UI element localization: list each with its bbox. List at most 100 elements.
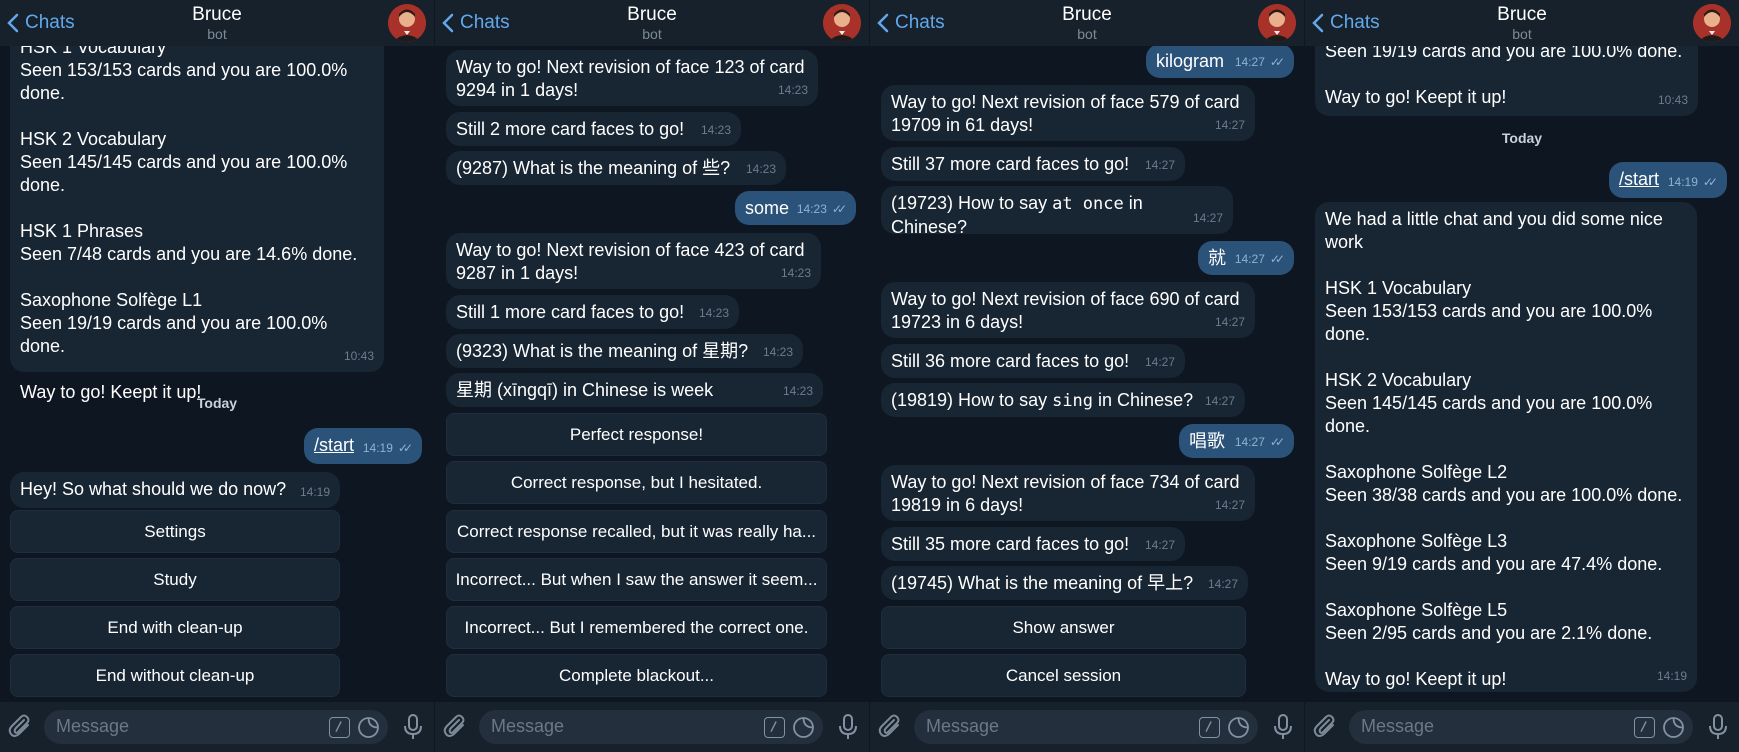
back-button[interactable]: Chats bbox=[6, 12, 75, 34]
message-text: Still 1 more card faces to go! bbox=[456, 302, 685, 322]
message-text: Seen 19/19 cards and you are 100.0% done… bbox=[1325, 46, 1683, 107]
back-button[interactable]: Chats bbox=[876, 12, 945, 34]
message-bubble: Way to go! Next revision of face 734 of … bbox=[881, 465, 1255, 521]
date-separator: Today bbox=[196, 395, 238, 411]
input-bar bbox=[435, 702, 869, 752]
message-bubble: Seen 19/19 cards and you are 100.0% done… bbox=[1315, 46, 1698, 116]
bot-command-icon[interactable] bbox=[1634, 717, 1655, 738]
bot-command-icon[interactable] bbox=[329, 717, 350, 738]
double-check-icon: ✓✓ bbox=[1702, 175, 1718, 189]
message-bubble: (9287) What is the meaning of 些? 14:23 bbox=[446, 151, 786, 185]
message-time: 14:23 bbox=[698, 306, 729, 320]
message-text: Still 37 more card faces to go! bbox=[891, 154, 1130, 174]
message-time: 14:23 bbox=[762, 345, 793, 359]
paperclip-icon[interactable] bbox=[443, 714, 469, 740]
chat-header: Chats Bruce bot bbox=[870, 0, 1304, 46]
message-field bbox=[44, 710, 388, 744]
message-bubble-outgoing: /start 14:19 ✓✓ bbox=[1609, 162, 1727, 198]
back-button[interactable]: Chats bbox=[441, 12, 510, 34]
date-separator: Today bbox=[1501, 130, 1543, 146]
message-input[interactable] bbox=[491, 716, 698, 737]
avatar-image bbox=[1693, 4, 1731, 42]
chevron-left-icon bbox=[877, 13, 889, 33]
message-bubble: (9323) What is the meaning of 星期? 14:23 bbox=[446, 334, 803, 368]
paperclip-icon[interactable] bbox=[8, 714, 34, 740]
message-bubble: Still 2 more card faces to go! 14:23 bbox=[446, 112, 741, 146]
keyboard-button-hesitated[interactable]: Correct response, but I hesitated. bbox=[446, 461, 827, 504]
keyboard-button-end-clean[interactable]: End with clean-up bbox=[10, 606, 340, 649]
message-input[interactable] bbox=[56, 716, 263, 737]
message-time: 14:19 ✓✓ bbox=[363, 437, 413, 460]
bot-command-icon[interactable] bbox=[764, 717, 785, 738]
chat-screen-3: Chats Bruce bot kilogram 14:27 ✓✓ Way to … bbox=[870, 0, 1304, 752]
message-field bbox=[479, 710, 823, 744]
keyboard-button-settings[interactable]: Settings bbox=[10, 510, 340, 553]
message-bubble: 星期 (xīngqī) in Chinese is week 14:23 bbox=[446, 373, 823, 407]
chat-screen-1: Chats Bruce bot HSK 1 Vocabulary Seen 15… bbox=[0, 0, 434, 752]
text-part: (19819) How to say bbox=[891, 390, 1053, 410]
sticker-icon[interactable] bbox=[1662, 716, 1685, 739]
sticker-icon[interactable] bbox=[1227, 716, 1250, 739]
double-check-icon: ✓✓ bbox=[1269, 55, 1285, 69]
message-bubble-outgoing: 就 14:27 ✓✓ bbox=[1198, 241, 1294, 275]
keyboard-button-cancel-session[interactable]: Cancel session bbox=[881, 654, 1246, 697]
paperclip-icon[interactable] bbox=[878, 714, 904, 740]
keyboard-button-perfect[interactable]: Perfect response! bbox=[446, 413, 827, 456]
avatar[interactable] bbox=[823, 4, 861, 42]
microphone-icon[interactable] bbox=[1272, 713, 1294, 741]
microphone-icon[interactable] bbox=[402, 713, 424, 741]
input-bar bbox=[0, 702, 434, 752]
message-list: Way to go! Next revision of face 123 of … bbox=[435, 46, 869, 702]
paperclip-icon[interactable] bbox=[1313, 714, 1339, 740]
message-bubble: Way to go! Next revision of face 690 of … bbox=[881, 282, 1255, 338]
message-bubble: Still 36 more card faces to go! 14:27 bbox=[881, 344, 1185, 378]
keyboard-button-study[interactable]: Study bbox=[10, 558, 340, 601]
message-text: Way to go! Next revision of face 734 of … bbox=[891, 472, 1240, 515]
message-bubble: (19723) How to say at once in Chinese? 1… bbox=[881, 186, 1233, 237]
code-term: sing bbox=[1052, 391, 1094, 411]
message-text: (19745) What is the meaning of 早上? bbox=[891, 573, 1194, 593]
keyboard-button-incorrect-remembered[interactable]: Incorrect... But I remembered the correc… bbox=[446, 606, 827, 649]
keyboard-button-recalled-hard[interactable]: Correct response recalled, but it was re… bbox=[446, 510, 827, 553]
back-label: Chats bbox=[25, 12, 75, 33]
message-text: Way to go! Next revision of face 690 of … bbox=[891, 289, 1240, 332]
keyboard-button-end-no-clean[interactable]: End without clean-up bbox=[10, 654, 340, 697]
message-bubble: We had a little chat and you did some ni… bbox=[1315, 202, 1697, 692]
time-text: 14:19 bbox=[1667, 175, 1698, 189]
message-time: 14:27 bbox=[1204, 394, 1235, 408]
code-term: at once bbox=[1052, 194, 1124, 214]
message-list: HSK 1 Vocabulary Seen 153/153 cards and … bbox=[0, 46, 434, 702]
message-bubble: Way to go! Next revision of face 123 of … bbox=[446, 50, 818, 106]
message-time: 14:23 bbox=[782, 384, 813, 398]
keyboard-button-show-answer[interactable]: Show answer bbox=[881, 606, 1246, 649]
message-time: 14:23 bbox=[777, 83, 808, 97]
message-time: 14:19 bbox=[1656, 669, 1687, 683]
avatar-image bbox=[388, 4, 426, 42]
avatar[interactable] bbox=[1258, 4, 1296, 42]
sticker-icon[interactable] bbox=[357, 716, 380, 739]
avatar[interactable] bbox=[388, 4, 426, 42]
double-check-icon: ✓✓ bbox=[397, 441, 413, 455]
chat-screen-2: Chats Bruce bot Way to go! Next revision… bbox=[435, 0, 869, 752]
message-time: 14:27 bbox=[1144, 158, 1175, 172]
message-time: 14:27 bbox=[1214, 498, 1245, 512]
avatar[interactable] bbox=[1693, 4, 1731, 42]
keyboard-button-incorrect-seemed[interactable]: Incorrect... But when I saw the answer i… bbox=[446, 558, 827, 601]
message-bubble-outgoing: some 14:23 ✓✓ bbox=[735, 191, 856, 225]
microphone-icon[interactable] bbox=[837, 713, 859, 741]
message-input[interactable] bbox=[1361, 716, 1568, 737]
message-text: (9323) What is the meaning of 星期? bbox=[456, 341, 749, 361]
message-bubble: Still 35 more card faces to go! 14:27 bbox=[881, 527, 1185, 561]
back-button[interactable]: Chats bbox=[1311, 12, 1380, 34]
double-check-icon: ✓✓ bbox=[1269, 435, 1285, 449]
message-time: 14:27 bbox=[1144, 538, 1175, 552]
microphone-icon[interactable] bbox=[1707, 713, 1729, 741]
message-bubble: (19819) How to say sing in Chinese? 14:2… bbox=[881, 383, 1245, 417]
chevron-left-icon bbox=[7, 13, 19, 33]
message-text: Still 2 more card faces to go! bbox=[456, 119, 685, 139]
message-input[interactable] bbox=[926, 716, 1133, 737]
sticker-icon[interactable] bbox=[792, 716, 815, 739]
message-text: 星期 (xīngqī) in Chinese is week bbox=[456, 380, 714, 400]
keyboard-button-blackout[interactable]: Complete blackout... bbox=[446, 654, 827, 697]
bot-command-icon[interactable] bbox=[1199, 717, 1220, 738]
